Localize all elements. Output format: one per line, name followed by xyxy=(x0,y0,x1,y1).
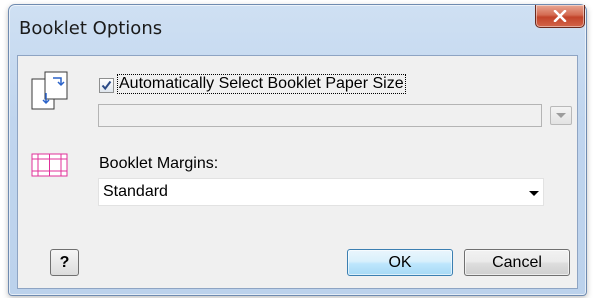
booklet-options-dialog: Booklet Options Automatically Select Boo… xyxy=(8,4,587,296)
cancel-button[interactable]: Cancel xyxy=(464,249,570,276)
ok-button[interactable]: OK xyxy=(347,249,453,276)
paper-size-icon xyxy=(31,71,68,110)
paper-size-dropdown-button xyxy=(550,106,572,125)
checkmark-icon xyxy=(101,80,112,91)
auto-paper-size-checkbox[interactable] xyxy=(99,78,114,93)
booklet-margins-select[interactable]: Standard xyxy=(98,178,544,206)
dialog-body: Automatically Select Booklet Paper Size … xyxy=(17,55,578,289)
dialog-title: Booklet Options xyxy=(19,18,163,39)
close-icon xyxy=(553,10,567,22)
booklet-margins-label: Booklet Margins: xyxy=(99,155,219,172)
help-button[interactable]: ? xyxy=(50,249,79,276)
paper-size-dropdown xyxy=(98,104,542,127)
booklet-margins-icon xyxy=(31,153,68,177)
booklet-margins-value: Standard xyxy=(103,183,168,200)
auto-paper-size-label[interactable]: Automatically Select Booklet Paper Size xyxy=(117,74,406,94)
chevron-down-icon xyxy=(556,113,566,118)
chevron-down-icon xyxy=(529,191,539,196)
close-button[interactable] xyxy=(535,5,585,28)
